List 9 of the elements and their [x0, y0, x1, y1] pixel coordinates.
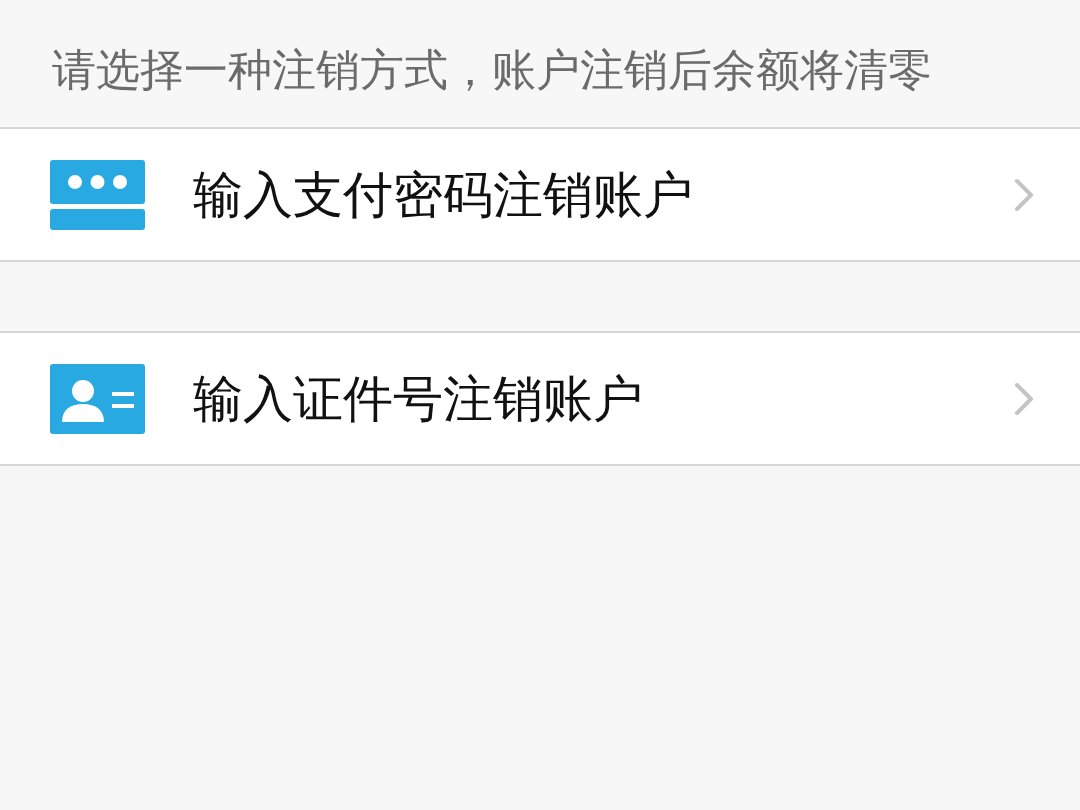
- option-label: 输入证件号注销账户: [193, 368, 644, 429]
- password-dots-icon: [50, 159, 145, 230]
- id-card-icon: [50, 363, 145, 434]
- option-row[interactable]: 输入支付密码注销账户: [0, 127, 1080, 262]
- option-row[interactable]: 输入证件号注销账户: [0, 331, 1080, 466]
- hint-text: 请选择一种注销方式，账户注销后余额将清零: [51, 43, 933, 97]
- chevron-right-icon: [1014, 177, 1034, 212]
- chevron-right-icon: [1014, 381, 1034, 416]
- option-label: 输入支付密码注销账户: [193, 164, 694, 225]
